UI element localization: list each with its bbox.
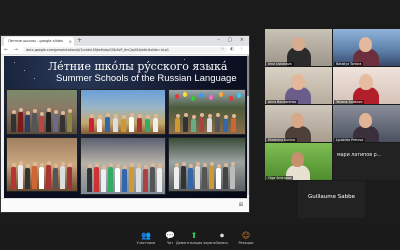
participant-name: Lyudmila Petrova <box>334 137 366 142</box>
participant-tile[interactable]: Olga Smirnova <box>265 143 332 180</box>
slides-footer: ⊞ <box>1 198 249 212</box>
shared-screen: Летние школы - google slides × + – ▢ × ←… <box>0 35 250 213</box>
group-photo <box>168 89 246 135</box>
browser-tab-bar: Летние школы - google slides × + – ▢ × <box>1 36 249 46</box>
scrollbar-thumb[interactable] <box>247 56 249 96</box>
close-icon[interactable]: × <box>69 37 72 46</box>
participant-name: Anna Bondarenko <box>266 99 299 104</box>
participant-name-text: мари латипов р... <box>337 153 382 158</box>
reactions-label: Реакции <box>238 241 254 245</box>
slide-nav-icon[interactable]: ⊞ <box>239 202 243 208</box>
reactions-icon: ☺ <box>241 231 251 240</box>
participant-tile[interactable]: Irina Ushakova <box>265 29 332 66</box>
participant-tile[interactable]: Tatiana Zolotova <box>333 67 400 104</box>
address-bar-row: ← → ↻ docs.google.com/presentation/d/1cv… <box>1 46 249 55</box>
participant-name: Irina Ushakova <box>266 61 294 66</box>
group-photo <box>80 137 166 195</box>
participant-name: Olga Smirnova <box>266 175 294 180</box>
participant-tile[interactable]: Nataliya Tortora <box>333 29 400 66</box>
participant-tile[interactable]: Guillaume Sabbe <box>298 181 365 218</box>
slide-title: Лéтние шкóлы рýсского языкá <box>48 60 228 73</box>
browser-tab[interactable]: Летние школы - google slides × <box>4 37 74 46</box>
participant-tile[interactable]: Anna Bondarenko <box>265 67 332 104</box>
participant-tile[interactable]: Lyudmila Petrova <box>333 105 400 142</box>
participant-tile[interactable]: Ekaterina Kunina <box>265 105 332 142</box>
participant-name: Ekaterina Kunina <box>266 137 297 142</box>
group-photo <box>6 89 78 135</box>
address-bar[interactable]: docs.google.com/presentation/d/1cvIdnLMj… <box>23 47 227 53</box>
meeting-toolbar: 👥 Участники 💬 Чат ⬆ Демонстрация экрана … <box>0 228 400 250</box>
group-photo <box>168 137 246 192</box>
browser-tab-title: Летние школы - google slides <box>8 39 63 43</box>
reactions-button[interactable]: ☺ Реакции <box>228 230 264 246</box>
participant-name-text: Guillaume Sabbe <box>308 194 355 200</box>
window-controls[interactable]: – ▢ × <box>217 37 247 43</box>
slide-subtitle: Summer Schools of the Russian Language <box>56 73 237 84</box>
new-tab-icon[interactable]: + <box>77 37 82 45</box>
participant-tile[interactable]: мари латипов р... <box>333 143 400 180</box>
group-photo <box>6 137 78 192</box>
group-photo <box>80 89 166 135</box>
presentation-slide: Лéтние шкóлы рýсского языкá Summer Schoo… <box>4 56 247 198</box>
participant-name: Tatiana Zolotova <box>334 99 365 104</box>
participant-name: Nataliya Tortora <box>334 61 364 66</box>
address-bar-icons[interactable]: ☆ ◐ ⋮ <box>221 46 246 54</box>
